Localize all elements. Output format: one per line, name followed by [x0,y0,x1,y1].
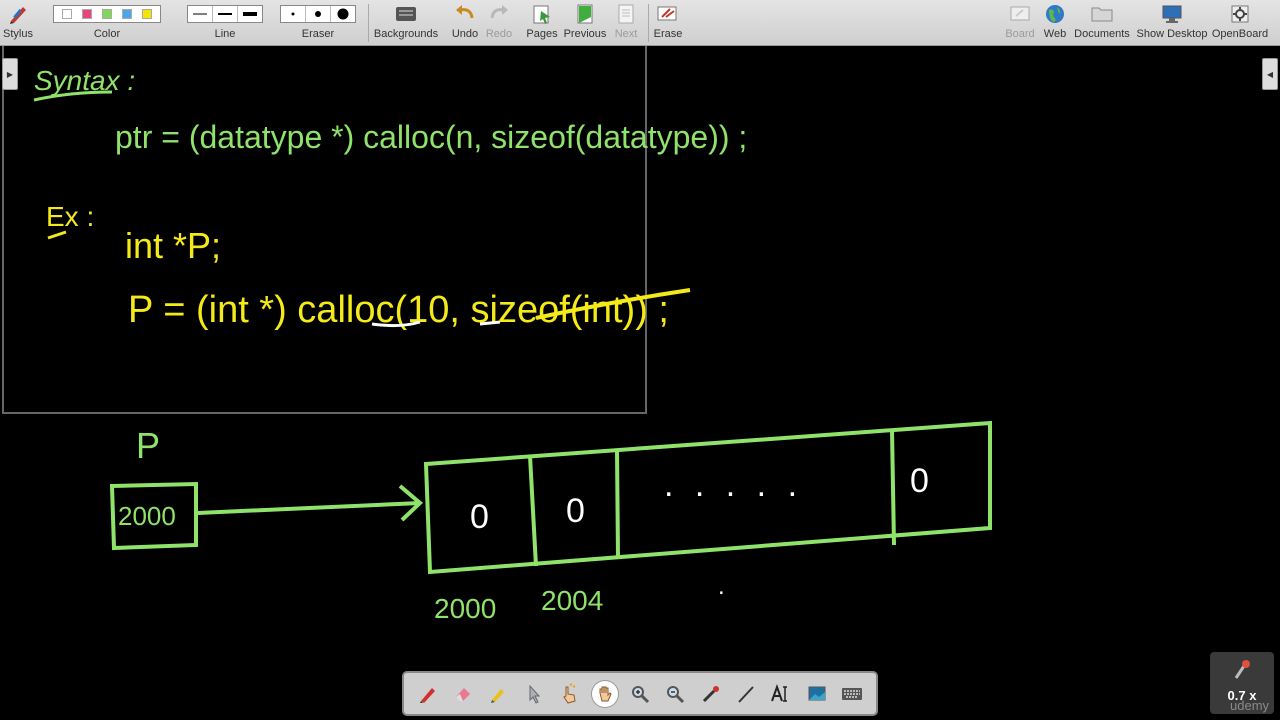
hand-tool-button[interactable] [591,680,618,707]
openboard-label: OpenBoard [1211,28,1269,40]
eraser-small-button[interactable] [281,6,306,22]
eraser-tool-button[interactable] [450,681,476,707]
folder-icon [1090,0,1114,28]
previous-label: Previous [563,28,607,40]
color-swatch-white[interactable] [62,9,72,19]
previous-page-icon [574,0,596,28]
capture-icon [808,686,826,700]
line-medium-button[interactable] [213,6,238,22]
show-desktop-label: Show Desktop [1136,28,1208,40]
cursor-arrow-icon [529,684,540,704]
redo-label: Redo [485,28,513,40]
eraser-medium-button[interactable] [306,6,331,22]
udemy-watermark: udemy [1230,698,1270,713]
left-panel-toggle[interactable]: ▶ [2,58,18,90]
next-page-button[interactable]: Next [612,0,640,45]
laser-pointer-icon [1234,660,1250,679]
keyboard-grid-icon [395,0,417,28]
pen-icon [419,687,435,703]
erase-button[interactable]: Erase [652,0,684,45]
color-swatch-yellow[interactable] [142,9,152,19]
erase-label: Erase [653,28,683,40]
next-page-icon [615,0,637,28]
openboard-menu-button[interactable]: OpenBoard [1212,0,1268,45]
laser-pointer-tool-button[interactable] [698,681,724,707]
selector-tool-button[interactable] [521,681,547,707]
laser-pointer-icon [702,685,719,702]
backgrounds-label: Backgrounds [373,28,439,40]
color-swatch-pink[interactable] [82,9,92,19]
stylus-icon [7,0,29,28]
pointing-hand-icon [563,682,576,704]
pages-button[interactable]: Pages [526,0,558,45]
undo-button[interactable]: Undo [448,0,482,45]
virtual-keyboard-button[interactable] [839,681,865,707]
redo-button[interactable]: Redo [484,0,514,45]
zoom-out-icon [667,685,685,703]
inset-frame [2,46,647,414]
text-icon [771,683,788,702]
eraser-large-button[interactable] [331,6,355,22]
top-toolbar: Stylus Color Line Eraser Backgrounds Und… [0,0,1280,46]
erase-board-icon [656,0,680,28]
eraser-label: Eraser [301,28,335,40]
color-swatch-green[interactable] [102,9,112,19]
zoom-out-tool-button[interactable] [662,681,688,707]
text-tool-button[interactable] [768,681,794,707]
previous-page-button[interactable]: Previous [562,0,608,45]
keyboard-icon [842,687,863,700]
line-thick-button[interactable] [238,6,262,22]
color-label: Color [93,28,121,40]
color-swatches [53,5,161,23]
zoom-in-icon [631,685,649,703]
zoom-in-tool-button[interactable] [627,681,653,707]
line-thin-button[interactable] [188,6,213,22]
chevron-left-icon: ◀ [1266,69,1274,79]
right-panel-toggle[interactable]: ◀ [1262,58,1278,90]
toolbar-separator [368,4,369,42]
stylus-button[interactable]: Stylus [2,0,34,45]
line-label: Line [214,28,236,40]
show-desktop-button[interactable]: Show Desktop [1136,0,1208,45]
monitor-icon [1160,0,1184,28]
color-picker[interactable]: Color [44,0,170,45]
board-mode-button[interactable]: Board [1003,0,1037,45]
eraser-icon [456,687,471,701]
line-icon [738,685,754,703]
line-width-picker[interactable]: Line [187,0,263,45]
color-swatch-blue[interactable] [122,9,132,19]
highlighter-icon [491,688,505,703]
pages-label: Pages [526,28,558,40]
interact-tool-button[interactable] [556,681,582,707]
web-mode-button[interactable]: Web [1040,0,1070,45]
gear-icon [1229,0,1251,28]
line-tool-button[interactable] [733,681,759,707]
toolbar-separator [648,4,649,42]
stylus-label: Stylus [3,28,33,40]
pages-icon [531,0,553,28]
globe-icon [1044,0,1066,28]
board-icon [1009,0,1031,28]
next-label: Next [614,28,638,40]
pen-tool-button[interactable] [415,681,441,707]
chevron-right-icon: ▶ [6,69,14,79]
web-label: Web [1043,28,1067,40]
backgrounds-button[interactable]: Backgrounds [374,0,438,45]
eraser-size-picker[interactable]: Eraser [280,0,356,45]
highlighter-tool-button[interactable] [485,681,511,707]
board-label: Board [1005,28,1035,40]
documents-label: Documents [1074,28,1130,40]
tool-palette [402,671,878,716]
hand-icon [599,686,612,701]
redo-arrow-icon [488,0,510,28]
undo-label: Undo [451,28,479,40]
capture-tool-button[interactable] [804,681,830,707]
undo-arrow-icon [454,0,476,28]
documents-mode-button[interactable]: Documents [1074,0,1130,45]
